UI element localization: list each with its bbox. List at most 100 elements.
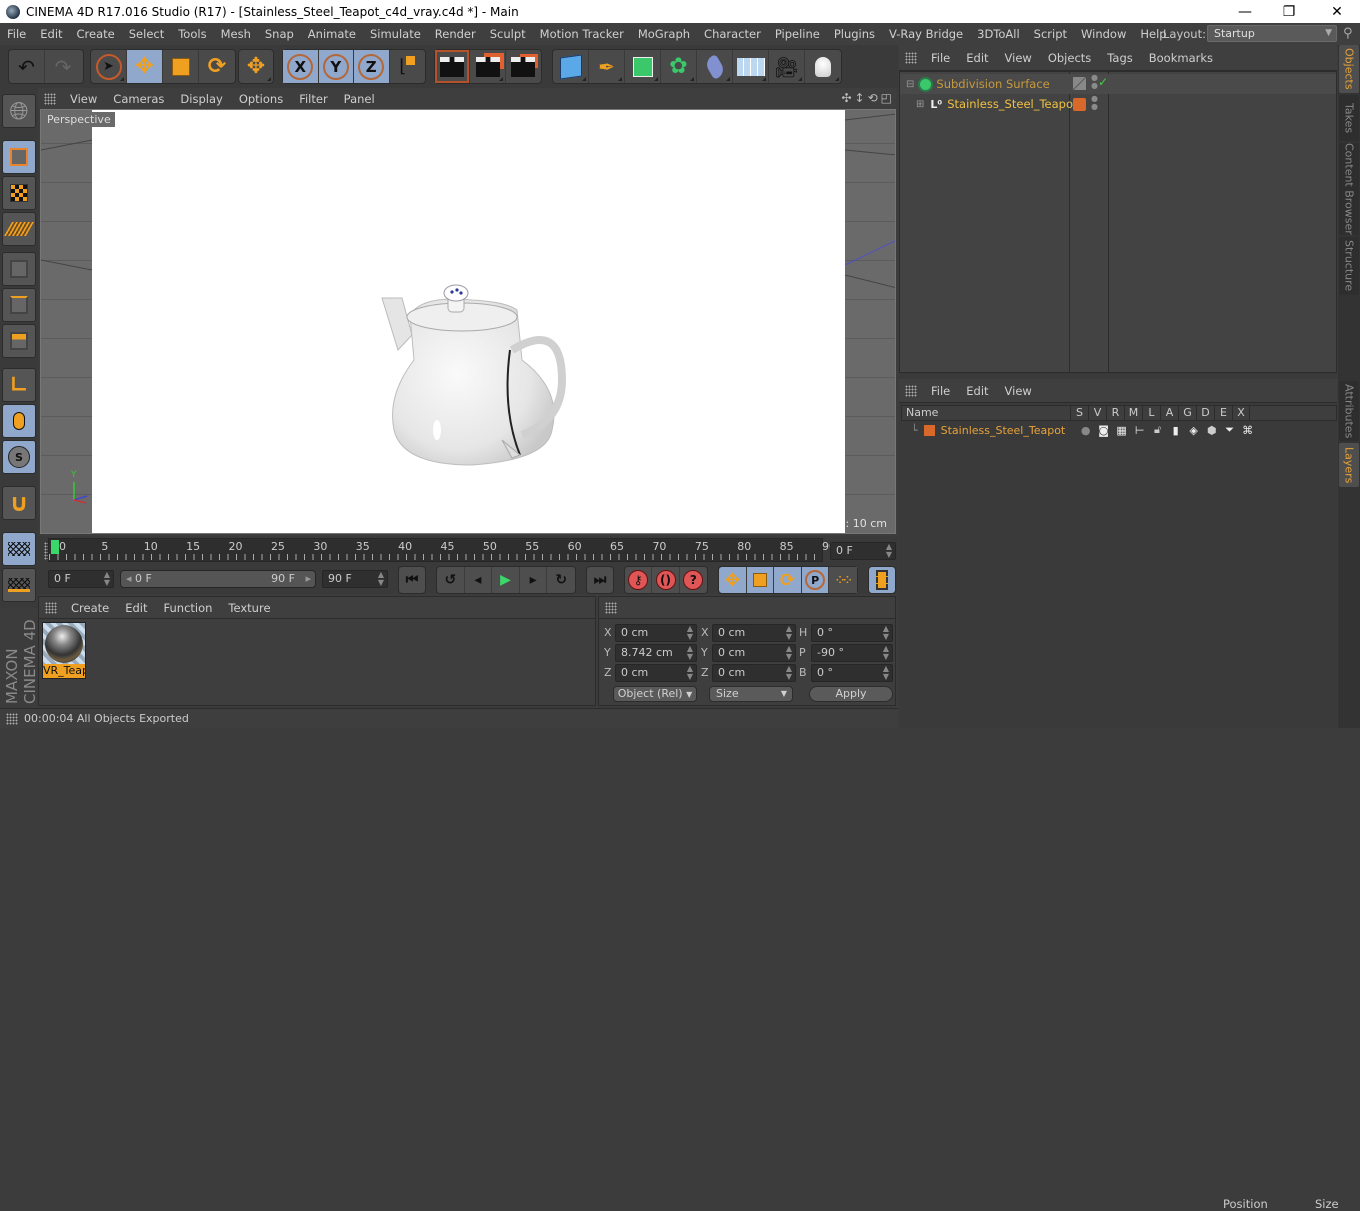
animation-icon[interactable]: ▮ — [1167, 424, 1185, 437]
tab-objects[interactable]: Objects — [1339, 45, 1359, 93]
camera-label[interactable]: Perspective — [43, 112, 115, 127]
key-pla-button[interactable]: ⁘⁘ — [829, 567, 858, 593]
axis-mode-button[interactable]: ∟ — [2, 368, 36, 402]
size-z-field[interactable]: 0 cm ▲ ▼ — [712, 664, 796, 682]
add-cloner-button[interactable]: ✿ — [661, 50, 697, 83]
go-to-start-button[interactable]: ⏮ — [399, 567, 425, 593]
object-name[interactable]: Stainless_Steel_Teapot — [947, 97, 1077, 111]
position-x-field[interactable]: 0 cm ▲ ▼ — [615, 624, 697, 642]
column-expressions[interactable]: E — [1214, 406, 1232, 420]
column-solo[interactable]: S — [1070, 406, 1088, 420]
object-row[interactable]: ⊞ L⁰ Stainless_Steel_Teapot ● ● — [900, 94, 1336, 114]
layout-dropdown[interactable]: Startup ▼ — [1207, 25, 1337, 42]
live-selection-button[interactable]: ➤ — [91, 50, 127, 83]
position-z-field[interactable]: 0 cm ▲ ▼ — [615, 664, 697, 682]
visibility-dots-icon[interactable]: ● ● — [1091, 74, 1098, 90]
magnet-button[interactable]: ∪ — [2, 486, 36, 520]
render-settings-button[interactable] — [506, 50, 541, 83]
key-scale-button[interactable] — [747, 567, 775, 593]
make-editable-button[interactable]: 🌐︎ — [2, 94, 36, 128]
menu-vray-bridge[interactable]: V-Ray Bridge — [882, 27, 970, 41]
layers-menu-file[interactable]: File — [923, 384, 958, 398]
layer-row[interactable]: └ Stainless_Steel_Teapot ● ◙ ▦ ⊢ 🔓︎ ▮ ◈ … — [901, 422, 1337, 438]
column-manager[interactable]: M — [1124, 406, 1142, 420]
layer-color-swatch[interactable] — [923, 424, 935, 436]
column-name[interactable]: Name — [902, 406, 1070, 420]
menu-snap[interactable]: Snap — [258, 27, 301, 41]
add-deformer-button[interactable] — [697, 50, 733, 83]
next-frame-button[interactable]: ▸ — [520, 567, 548, 593]
orbit-icon[interactable]: ⟲ — [868, 91, 878, 105]
size-y-field[interactable]: 0 cm ▲ ▼ — [712, 644, 796, 662]
pan-icon[interactable]: ✣ — [841, 91, 851, 105]
prev-frame-button[interactable]: ◂ — [465, 567, 493, 593]
column-generators[interactable]: G — [1178, 406, 1196, 420]
viewport-menu-view[interactable]: View — [62, 92, 105, 106]
menu-pipeline[interactable]: Pipeline — [768, 27, 827, 41]
panel-grip-icon[interactable] — [605, 601, 617, 614]
deformer-icon[interactable]: ⬢ — [1203, 424, 1221, 437]
column-render[interactable]: R — [1106, 406, 1124, 420]
layers-menu-view[interactable]: View — [997, 384, 1040, 398]
polygons-mode-button[interactable] — [2, 324, 36, 358]
edges-mode-button[interactable] — [2, 288, 36, 322]
rotate-tool-button[interactable]: ⟳ — [199, 50, 235, 83]
column-locked[interactable]: L — [1142, 406, 1160, 420]
model-mode-button[interactable] — [2, 140, 36, 174]
menu-mograph[interactable]: MoGraph — [631, 27, 697, 41]
start-frame-field[interactable]: 0 F ▲ ▼ — [48, 570, 114, 588]
range-left-arrow-icon[interactable]: ◂ — [126, 572, 132, 585]
solo-dot-icon[interactable]: ● — [1077, 424, 1095, 437]
material-swatch[interactable]: VR_Teap — [42, 622, 86, 679]
editor-render-toggle-icon[interactable] — [1073, 77, 1086, 90]
redo-button[interactable]: ↷ — [45, 50, 81, 83]
keyframe-selection-button[interactable]: ? — [680, 567, 707, 593]
add-spline-pen-button[interactable]: ✒ — [589, 50, 625, 83]
menu-file[interactable]: File — [0, 27, 33, 41]
material-menu-create[interactable]: Create — [63, 601, 117, 615]
eye-icon[interactable]: ◙ — [1095, 424, 1113, 437]
move-tool-button[interactable]: ✥ — [127, 50, 163, 83]
tab-takes[interactable]: Takes — [1339, 95, 1359, 141]
objects-menu-view[interactable]: View — [997, 51, 1040, 65]
add-floor-button[interactable] — [733, 50, 769, 83]
objects-menu-tags[interactable]: Tags — [1099, 51, 1140, 65]
search-icon[interactable]: ⚲ — [1343, 26, 1353, 41]
size-x-field[interactable]: 0 cm ▲ ▼ — [712, 624, 796, 642]
recent-move-button[interactable]: ✥ — [239, 50, 273, 83]
material-menu-function[interactable]: Function — [156, 601, 221, 615]
prev-key-button[interactable]: ↺ — [437, 567, 465, 593]
x-axis-lock-button[interactable]: X — [283, 50, 319, 83]
panel-grip-icon[interactable] — [44, 92, 56, 105]
column-view[interactable]: V — [1088, 406, 1106, 420]
add-cube-button[interactable] — [553, 50, 589, 83]
play-button[interactable]: ▶ — [492, 567, 520, 593]
menu-motion-tracker[interactable]: Motion Tracker — [533, 27, 631, 41]
close-button[interactable]: ✕ — [1314, 0, 1360, 23]
viewport-menu-cameras[interactable]: Cameras — [105, 92, 172, 106]
object-row[interactable]: ⊟ Subdivision Surface ● ● ✓ — [900, 74, 1336, 94]
menu-render[interactable]: Render — [428, 27, 483, 41]
workplane-lock-button[interactable] — [2, 532, 36, 566]
panel-grip-icon[interactable] — [905, 51, 917, 64]
coordinate-mode-dropdown[interactable]: Object (Rel) ▼ — [613, 686, 697, 702]
layer-color-icon[interactable] — [1073, 98, 1086, 111]
collapse-icon[interactable]: ⊟ — [906, 79, 914, 90]
panel-grip-icon[interactable] — [905, 384, 917, 397]
menu-select[interactable]: Select — [122, 27, 171, 41]
coordinate-system-button[interactable]: ⌊ — [390, 50, 425, 83]
menu-mesh[interactable]: Mesh — [214, 27, 258, 41]
zoom-icon[interactable]: ↕ — [855, 91, 865, 105]
range-right-arrow-icon[interactable]: ▸ — [305, 571, 311, 587]
viewport-menu-options[interactable]: Options — [231, 92, 291, 106]
render-view-button[interactable] — [435, 50, 471, 83]
xref-icon[interactable]: ⌘ — [1239, 424, 1257, 437]
tweak-mode-button[interactable] — [2, 404, 36, 438]
undo-button[interactable]: ↶ — [9, 50, 45, 83]
lock-icon[interactable]: 🔓︎ — [1149, 423, 1167, 437]
autokey-button[interactable]: () — [652, 567, 680, 593]
record-key-button[interactable]: ⚷ — [625, 567, 653, 593]
frame-range-slider[interactable]: ◂ 0 F 90 F ▸ — [120, 570, 316, 588]
tab-attributes[interactable]: Attributes — [1339, 381, 1359, 441]
menu-3dtoall[interactable]: 3DToAll — [970, 27, 1027, 41]
